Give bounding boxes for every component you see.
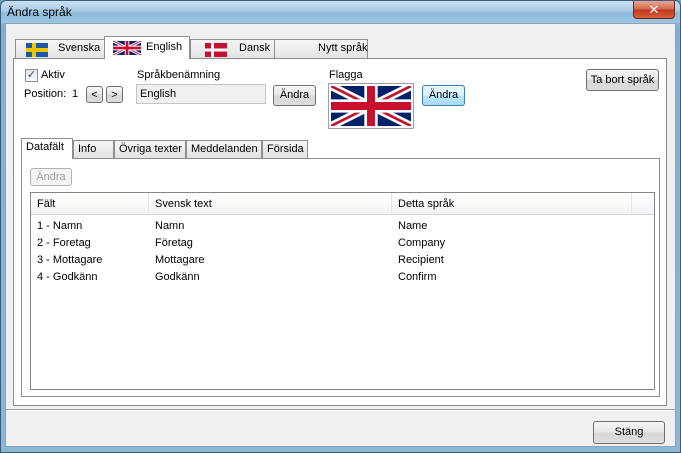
datafields-list[interactable]: Fält Svensk text Detta språk 1 - Namn Na… [30, 192, 655, 390]
cell-detta-sprak: Confirm [398, 271, 437, 283]
cell-falt: 1 - Namn [37, 220, 83, 232]
tab-ovriga-texter[interactable]: Övriga texter [114, 140, 186, 158]
denmark-flag-icon [205, 43, 227, 57]
table-row[interactable]: 1 - Namn Namn Name [31, 218, 654, 235]
cell-svensk-text: Godkänn [155, 271, 200, 283]
cell-svensk-text: Mottagare [155, 254, 205, 266]
list-header: Fält Svensk text Detta språk [31, 193, 654, 215]
column-header-detta-sprak[interactable]: Detta språk [392, 193, 632, 215]
footer-divider-highlight [6, 410, 675, 411]
tab-english[interactable]: English [104, 36, 190, 59]
tab-info[interactable]: Info [73, 140, 114, 158]
cell-detta-sprak: Recipient [398, 254, 444, 266]
close-button[interactable]: Stäng [593, 421, 665, 444]
tab-dansk-label: Dansk [239, 42, 271, 54]
change-flag-button[interactable]: Ändra [422, 85, 465, 106]
table-row[interactable]: 2 - Foretag Företag Company [31, 235, 654, 252]
column-header-falt[interactable]: Fält [31, 193, 149, 215]
cell-falt: 2 - Foretag [37, 237, 91, 249]
tab-dansk[interactable]: Dansk [190, 39, 275, 58]
position-prev-button[interactable]: < [86, 86, 103, 103]
window-title: Ändra språk [7, 5, 72, 19]
tab-svenska-label: Svenska [58, 42, 101, 54]
cell-falt: 3 - Mottagare [37, 254, 103, 266]
change-name-button[interactable]: Ändra [273, 85, 316, 106]
column-header-svensk-text[interactable]: Svensk text [149, 193, 392, 215]
tab-svenska[interactable]: Svenska [15, 39, 105, 58]
dialog-client-area: Svenska English Dansk Nytt språk ✓ Aktiv… [5, 23, 676, 447]
position-next-button[interactable]: > [106, 86, 123, 103]
language-name-field[interactable]: English [136, 84, 266, 104]
tab-nytt-sprak[interactable]: Nytt språk [274, 39, 368, 58]
tab-meddelanden[interactable]: Meddelanden [186, 140, 262, 158]
flag-preview [328, 82, 414, 130]
cell-detta-sprak: Company [398, 237, 446, 249]
flag-label: Flagga [329, 69, 363, 81]
delete-language-button[interactable]: Ta bort språk [586, 69, 659, 91]
tab-datafalt[interactable]: Datafält [21, 138, 73, 159]
active-checkbox[interactable]: ✓ [25, 69, 38, 82]
sweden-flag-icon [26, 43, 48, 57]
tab-english-label: English [146, 41, 183, 53]
table-row[interactable]: 3 - Mottagare Mottagare Recipient [31, 252, 654, 269]
dialog-window: Ändra språk ✕ Svenska English Dansk Nytt… [0, 0, 681, 453]
uk-flag-icon [113, 41, 141, 55]
title-bar[interactable]: Ändra språk ✕ [1, 1, 680, 23]
cell-falt: 4 - Godkänn [37, 271, 98, 283]
active-label: Aktiv [41, 69, 65, 81]
tab-forsida[interactable]: Försida [262, 140, 308, 158]
table-row[interactable]: 4 - Godkänn Godkänn Confirm [31, 269, 654, 286]
cell-svensk-text: Företag [155, 237, 193, 249]
datafields-panel: Ändra Fält Svensk text Detta språk 1 - N… [21, 158, 660, 397]
language-name-label: Språkbenämning [137, 69, 221, 81]
change-datafield-button[interactable]: Ändra [30, 168, 72, 186]
position-value: 1 [72, 88, 79, 100]
cell-svensk-text: Namn [155, 220, 185, 232]
uk-flag-large-icon [329, 82, 413, 130]
position-label: Position: [24, 88, 67, 100]
close-window-button[interactable]: ✕ [633, 1, 675, 19]
cell-detta-sprak: Name [398, 220, 428, 232]
language-tab-panel: ✓ Aktiv Position: 1 < > Språkbenämning E… [13, 58, 667, 406]
tab-nytt-sprak-label: Nytt språk [318, 42, 368, 54]
